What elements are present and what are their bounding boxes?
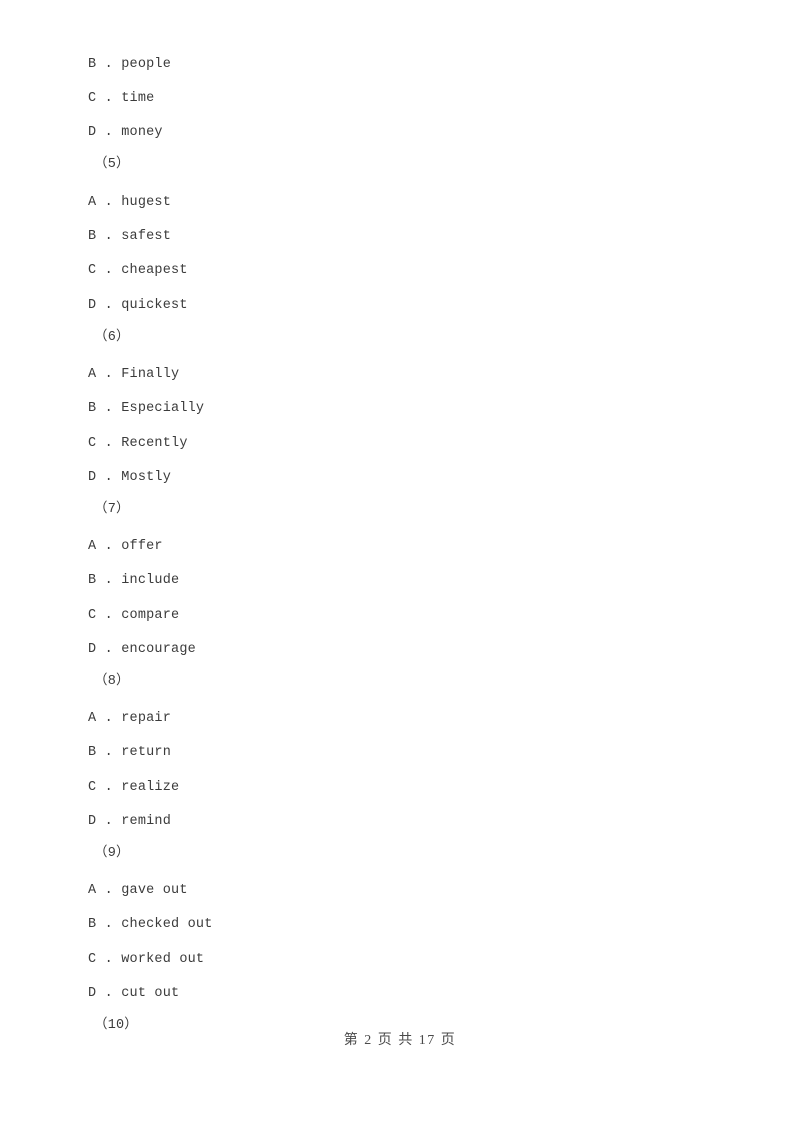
answer-option: D . Mostly — [0, 461, 800, 495]
question-number: （5） — [0, 148, 800, 182]
answer-option: D . cut out — [0, 977, 800, 1011]
option-separator: . — [96, 745, 122, 760]
answer-option: C . cheapest — [0, 254, 800, 288]
option-text: Especially — [121, 401, 205, 416]
option-text: include — [121, 573, 180, 588]
option-text: hugest — [121, 195, 172, 210]
option-text: time — [121, 91, 155, 106]
option-separator: . — [96, 883, 122, 898]
option-separator: . — [96, 711, 122, 726]
option-text: return — [121, 745, 172, 760]
option-separator: . — [96, 125, 122, 140]
answer-option: B . Especially — [0, 392, 800, 426]
answer-option: B . safest — [0, 220, 800, 254]
option-text: worked out — [121, 952, 205, 967]
answer-option: C . Recently — [0, 427, 800, 461]
answer-option: D . remind — [0, 805, 800, 839]
question-number-label: （7） — [94, 502, 130, 517]
answer-option: A . gave out — [0, 874, 800, 908]
option-text: compare — [121, 608, 180, 623]
answer-option: D . money — [0, 116, 800, 150]
option-separator: . — [96, 608, 122, 623]
option-text: quickest — [121, 298, 188, 313]
question-number: （7） — [0, 493, 800, 527]
answer-option: A . Finally — [0, 358, 800, 392]
answer-option: C . worked out — [0, 943, 800, 977]
option-text: repair — [121, 711, 172, 726]
answer-option: C . realize — [0, 771, 800, 805]
answer-option: B . return — [0, 736, 800, 770]
option-separator: . — [96, 57, 122, 72]
option-separator: . — [96, 573, 122, 588]
option-text: encourage — [121, 642, 196, 657]
option-separator: . — [96, 229, 122, 244]
answer-option: D . quickest — [0, 289, 800, 323]
option-text: realize — [121, 780, 180, 795]
answer-option: A . offer — [0, 530, 800, 564]
option-text: Recently — [121, 436, 188, 451]
option-separator: . — [96, 642, 122, 657]
option-separator: . — [96, 298, 122, 313]
option-text: money — [121, 125, 163, 140]
option-separator: . — [96, 367, 122, 382]
answer-option: C . time — [0, 82, 800, 116]
question-number: （9） — [0, 837, 800, 871]
question-number: （6） — [0, 321, 800, 355]
option-text: Mostly — [121, 470, 172, 485]
option-separator: . — [96, 814, 122, 829]
option-text: cheapest — [121, 263, 188, 278]
option-separator: . — [96, 539, 122, 554]
answer-option: C . compare — [0, 599, 800, 633]
option-text: Finally — [121, 367, 180, 382]
document-page: B . people C . time D . money （5） A . hugest… — [0, 0, 800, 1132]
option-separator: . — [96, 91, 122, 106]
option-text: gave out — [121, 883, 188, 898]
option-text: checked out — [121, 917, 213, 932]
option-text: safest — [121, 229, 172, 244]
option-text: people — [121, 57, 172, 72]
option-separator: . — [96, 986, 122, 1001]
answer-option: D . encourage — [0, 633, 800, 667]
option-separator: . — [96, 195, 122, 210]
question-number-label: （8） — [94, 674, 130, 689]
answer-option: A . repair — [0, 702, 800, 736]
question-number-label: （9） — [94, 846, 130, 861]
question-number-label: （5） — [94, 157, 130, 172]
question-number: （8） — [0, 665, 800, 699]
question-number-label: （6） — [94, 330, 130, 345]
answer-option: A . hugest — [0, 186, 800, 220]
answer-option: B . people — [0, 48, 800, 82]
answer-option: B . include — [0, 564, 800, 598]
option-text: remind — [121, 814, 172, 829]
option-separator: . — [96, 470, 122, 485]
option-text: offer — [121, 539, 163, 554]
option-separator: . — [96, 263, 122, 278]
page-footer: 第 2 页 共 17 页 — [343, 1033, 457, 1048]
option-text: cut out — [121, 986, 180, 1001]
option-separator: . — [96, 401, 122, 416]
answer-option: B . checked out — [0, 908, 800, 942]
option-separator: . — [96, 952, 122, 967]
option-separator: . — [96, 780, 122, 795]
option-separator: . — [96, 436, 122, 451]
option-separator: . — [96, 917, 122, 932]
